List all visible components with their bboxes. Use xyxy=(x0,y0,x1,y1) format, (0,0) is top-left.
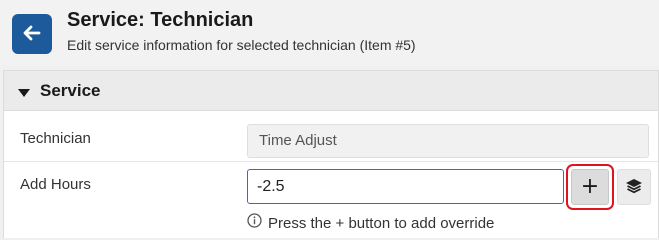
add-override-button[interactable]: + xyxy=(571,169,609,205)
service-panel: Service Technician Time Adjust Add Hours… xyxy=(3,70,659,238)
technician-label: Technician xyxy=(20,130,91,147)
row-divider xyxy=(4,161,658,162)
arrow-left-icon xyxy=(23,25,41,44)
info-circle-icon xyxy=(247,213,262,233)
layers-icon xyxy=(625,178,643,197)
hint-row: Press the + button to add override xyxy=(247,213,494,233)
page-title: Service: Technician xyxy=(67,9,254,31)
panel-title: Service xyxy=(40,81,101,100)
add-hours-input[interactable] xyxy=(247,169,564,204)
layers-button[interactable] xyxy=(617,169,651,205)
service-panel-header[interactable]: Service xyxy=(4,71,658,111)
page-subtitle: Edit service information for selected te… xyxy=(67,37,416,53)
page-header: Service: Technician Edit service informa… xyxy=(0,0,659,66)
add-hours-label: Add Hours xyxy=(20,176,91,193)
hint-text: Press the + button to add override xyxy=(268,214,495,232)
back-button[interactable] xyxy=(12,14,52,54)
technician-field: Time Adjust xyxy=(247,124,649,158)
caret-down-icon xyxy=(18,85,30,103)
